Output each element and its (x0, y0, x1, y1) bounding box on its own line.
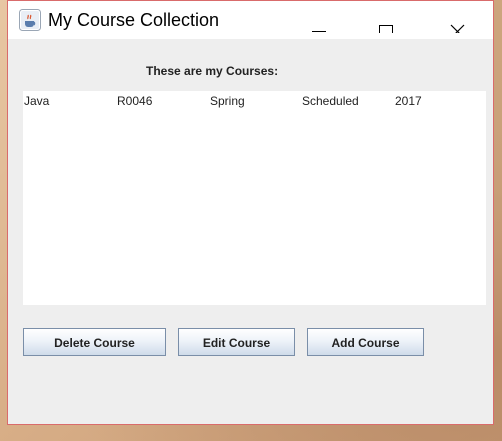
minimize-icon (312, 31, 326, 32)
delete-course-button[interactable]: Delete Course (23, 328, 166, 356)
title-bar[interactable]: My Course Collection (8, 1, 493, 39)
course-code: R0046 (117, 94, 153, 108)
add-course-button[interactable]: Add Course (307, 328, 424, 356)
window-title: My Course Collection (48, 10, 220, 30)
course-list[interactable]: Java R0046 Spring Scheduled 2017 (23, 91, 486, 305)
close-icon (450, 24, 465, 33)
java-cup-icon[interactable] (19, 9, 41, 31)
app-window: My Course Collection These are my Course… (7, 0, 494, 425)
maximize-icon (379, 25, 393, 33)
courses-heading: These are my Courses: (146, 64, 279, 78)
maximize-button[interactable] (364, 1, 410, 33)
list-item[interactable]: Java R0046 Spring Scheduled 2017 (23, 94, 486, 109)
course-term: Spring (210, 94, 245, 108)
minimize-button[interactable] (295, 1, 341, 33)
edit-course-button[interactable]: Edit Course (178, 328, 295, 356)
course-name: Java (24, 94, 50, 108)
course-year: 2017 (395, 94, 422, 108)
close-button[interactable] (435, 1, 481, 33)
course-status: Scheduled (302, 94, 359, 108)
